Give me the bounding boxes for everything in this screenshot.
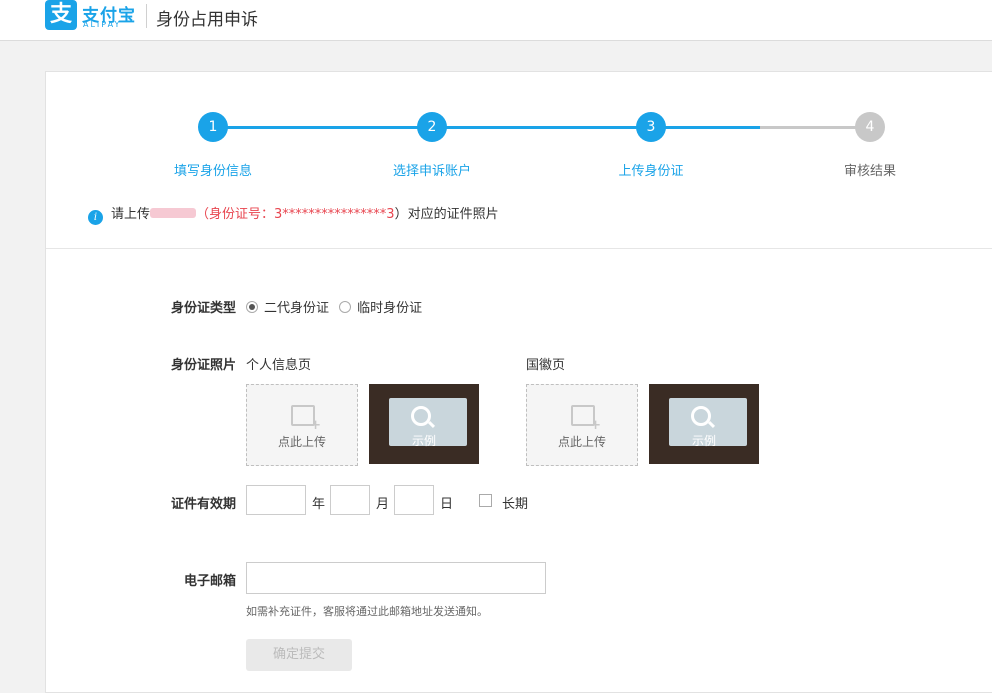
masked-id-number: 3****************3: [274, 207, 395, 222]
back-page-label: 国徽页: [526, 358, 566, 373]
image-upload-icon: [571, 405, 601, 433]
front-page-label: 个人信息页: [246, 358, 312, 373]
year-input[interactable]: [246, 485, 306, 515]
step-3-label: 上传身份证: [618, 164, 684, 179]
redacted-name: [150, 208, 197, 218]
submit-button[interactable]: 确定提交: [246, 639, 352, 671]
step-1-label: 填写身份信息: [173, 164, 252, 179]
back-sample-image[interactable]: 示例: [649, 384, 759, 464]
step-line-done: [213, 126, 760, 129]
radio-temp-id[interactable]: [339, 301, 352, 313]
step-4-label: 审核结果: [843, 164, 896, 179]
radio-second-gen-id-label[interactable]: 二代身份证: [264, 301, 329, 316]
long-term-checkbox[interactable]: [479, 494, 492, 507]
id-type-radio-group: 二代身份证 临时身份证: [246, 297, 422, 316]
email-hint: 如需补充证件，客服将通过此邮箱地址发送通知。: [246, 605, 488, 618]
notice-suffix: ）对应的证件照片: [394, 207, 499, 222]
id-photo-label: 身份证照片: [170, 358, 236, 373]
front-upload-text: 点此上传: [277, 435, 326, 449]
section-divider: [46, 248, 992, 249]
upload-notice: i 请上传 （身份证号：3****************3）对应的证件照片: [88, 203, 499, 225]
front-sample-image[interactable]: 示例: [369, 384, 479, 464]
top-bar: 支 支付宝 ALIPAY 身份占用申诉: [0, 0, 992, 41]
back-sample-text: 示例: [691, 434, 716, 448]
magnifier-icon: [691, 406, 711, 426]
long-term-label[interactable]: 长期: [502, 493, 528, 512]
step-4-dot: 4: [855, 112, 885, 142]
back-upload-text: 点此上传: [557, 435, 606, 449]
info-icon: i: [88, 210, 103, 225]
front-upload-box[interactable]: 点此上传: [246, 384, 358, 466]
email-input[interactable]: [246, 562, 546, 594]
page-title: 身份占用申诉: [156, 10, 258, 30]
logo-subtext: ALIPAY: [83, 20, 122, 29]
step-3-dot: 3: [636, 112, 666, 142]
radio-temp-id-label[interactable]: 临时身份证: [357, 301, 422, 316]
day-input[interactable]: [394, 485, 434, 515]
step-line-pending: [760, 126, 870, 129]
front-sample-text: 示例: [411, 434, 436, 448]
main-card: 1 2 3 4 填写身份信息 选择申诉账户 上传身份证 审核结果 i 请上传 （身份…: [45, 71, 992, 693]
year-unit: 年: [312, 497, 326, 512]
notice-prefix: 请上传: [111, 207, 151, 222]
validity-label: 证件有效期: [170, 497, 236, 512]
magnifier-icon: [411, 406, 431, 426]
email-label: 电子邮箱: [183, 574, 236, 589]
radio-second-gen-id[interactable]: [246, 301, 258, 313]
id-type-label: 身份证类型: [170, 301, 236, 316]
step-2-dot: 2: [417, 112, 447, 142]
back-upload-box[interactable]: 点此上传: [526, 384, 638, 466]
month-unit: 月: [376, 497, 390, 512]
notice-mid: （身份证号：: [196, 207, 275, 222]
month-input[interactable]: [330, 485, 370, 515]
step-2-label: 选择申诉账户: [392, 164, 471, 179]
day-unit: 日: [440, 497, 454, 512]
header-divider: [146, 4, 147, 28]
image-upload-icon: [291, 405, 321, 433]
step-1-dot: 1: [198, 112, 228, 142]
alipay-logo-icon[interactable]: 支: [45, 0, 77, 30]
